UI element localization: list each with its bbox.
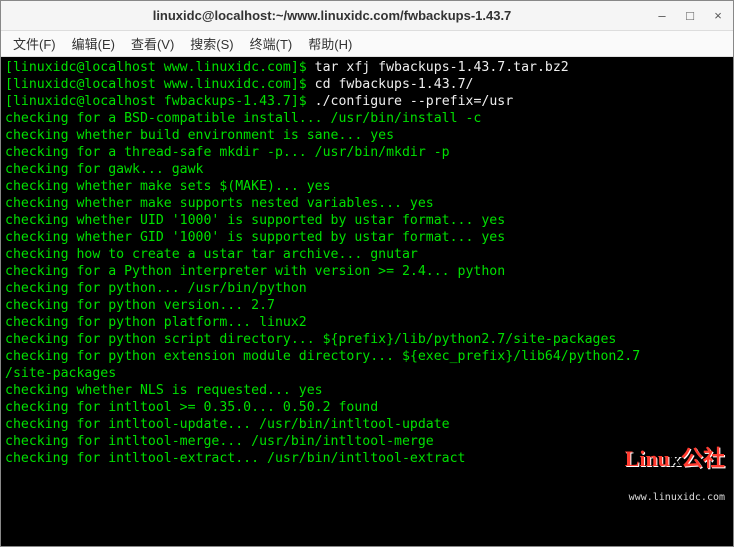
output-line: checking for python version... 2.7 <box>5 298 275 313</box>
output-line: /site-packages <box>5 366 116 381</box>
terminal-window: linuxidc@localhost:~/www.linuxidc.com/fw… <box>0 0 734 547</box>
output-line: checking for python platform... linux2 <box>5 315 307 330</box>
menu-edit[interactable]: 编辑(E) <box>64 32 123 55</box>
output-line: checking whether UID '1000' is supported… <box>5 213 505 228</box>
cmd-1: tar xfj fwbackups-1.43.7.tar.bz2 <box>315 60 569 75</box>
menubar: 文件(F) 编辑(E) 查看(V) 搜索(S) 终端(T) 帮助(H) <box>1 31 733 57</box>
brand-name: Linux公社 <box>625 446 725 471</box>
output-line: checking for a BSD-compatible install...… <box>5 111 481 126</box>
menu-file[interactable]: 文件(F) <box>5 32 64 55</box>
terminal-body[interactable]: [linuxidc@localhost www.linuxidc.com]$ t… <box>1 57 733 546</box>
minimize-icon[interactable]: – <box>655 9 669 23</box>
window-title: linuxidc@localhost:~/www.linuxidc.com/fw… <box>9 8 655 23</box>
prompt-3: [linuxidc@localhost fwbackups-1.43.7]$ <box>5 94 315 109</box>
output-line: checking for intltool-extract... /usr/bi… <box>5 451 466 466</box>
menu-help[interactable]: 帮助(H) <box>300 32 360 55</box>
output-line: checking whether GID '1000' is supported… <box>5 230 505 245</box>
cmd-3: ./configure --prefix=/usr <box>315 94 514 109</box>
prompt-2: [linuxidc@localhost www.linuxidc.com]$ <box>5 77 315 92</box>
menu-search[interactable]: 搜索(S) <box>182 32 241 55</box>
output-line: checking for python extension module dir… <box>5 349 640 364</box>
maximize-icon[interactable]: □ <box>683 9 697 23</box>
output-line: checking for gawk... gawk <box>5 162 204 177</box>
output-line: checking whether make supports nested va… <box>5 196 434 211</box>
close-icon[interactable]: × <box>711 9 725 23</box>
titlebar[interactable]: linuxidc@localhost:~/www.linuxidc.com/fw… <box>1 1 733 31</box>
brand-url: www.linuxidc.com <box>577 489 725 506</box>
menu-terminal[interactable]: 终端(T) <box>242 32 301 55</box>
output-line: checking how to create a ustar tar archi… <box>5 247 418 262</box>
watermark: Linux公社 www.linuxidc.com <box>577 403 725 540</box>
output-line: checking whether NLS is requested... yes <box>5 383 323 398</box>
output-line: checking for intltool-update... /usr/bin… <box>5 417 450 432</box>
output-line: checking for intltool-merge... /usr/bin/… <box>5 434 434 449</box>
output-line: checking for intltool >= 0.35.0... 0.50.… <box>5 400 378 415</box>
output-line: checking for python... /usr/bin/python <box>5 281 307 296</box>
output-line: checking for a Python interpreter with v… <box>5 264 505 279</box>
output-line: checking whether build environment is sa… <box>5 128 394 143</box>
penguin-icon <box>697 420 721 448</box>
output-line: checking for a thread-safe mkdir -p... /… <box>5 145 450 160</box>
menu-view[interactable]: 查看(V) <box>123 32 182 55</box>
output-line: checking for python script directory... … <box>5 332 616 347</box>
window-controls: – □ × <box>655 9 725 23</box>
cmd-2: cd fwbackups-1.43.7/ <box>315 77 474 92</box>
prompt-1: [linuxidc@localhost www.linuxidc.com]$ <box>5 60 315 75</box>
output-line: checking whether make sets $(MAKE)... ye… <box>5 179 331 194</box>
